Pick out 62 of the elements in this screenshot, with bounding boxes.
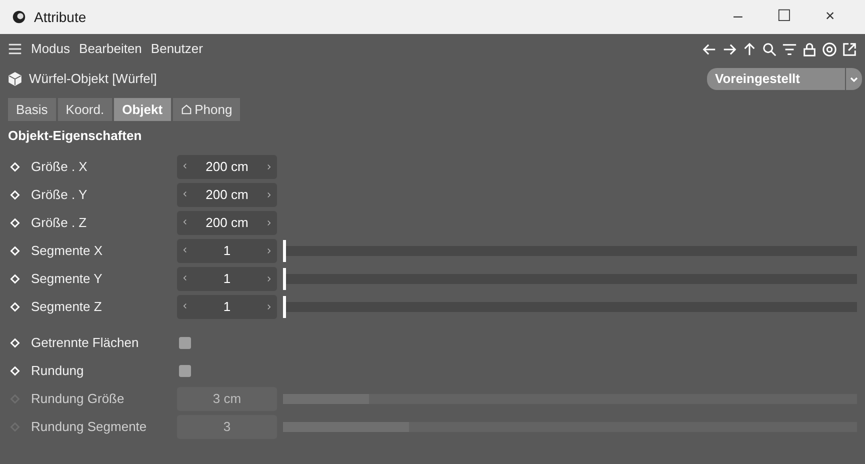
chevron-right-icon: [266, 219, 272, 228]
slider-handle[interactable]: [283, 240, 286, 262]
field-label: Größe . Z: [31, 214, 88, 232]
cube-icon: [8, 72, 22, 86]
number-field[interactable]: 1: [177, 239, 277, 263]
tab[interactable]: Koord.: [58, 98, 112, 121]
slider-handle[interactable]: [283, 268, 286, 290]
slider[interactable]: [283, 296, 857, 318]
close-button[interactable]: ×: [807, 5, 853, 29]
checkbox[interactable]: [179, 337, 191, 349]
minimize-button[interactable]: –: [715, 5, 761, 29]
up-arrow-icon[interactable]: [742, 42, 757, 56]
number-field[interactable]: 200 cm: [177, 155, 277, 179]
chevron-right-icon: [266, 191, 272, 200]
field-label: Getrennte Flächen: [31, 334, 140, 352]
tab[interactable]: Phong: [172, 98, 240, 121]
number-field[interactable]: 1: [177, 267, 277, 291]
menu-item[interactable]: Modus: [31, 39, 70, 59]
checkbox[interactable]: [179, 365, 191, 377]
chevron-right-icon: [266, 163, 272, 172]
house-icon: [180, 104, 192, 115]
app-logo-icon: [12, 10, 26, 24]
search-icon[interactable]: [762, 42, 777, 56]
number-field[interactable]: 200 cm: [177, 211, 277, 235]
tab[interactable]: Objekt: [114, 98, 171, 121]
field-label: Segmente X: [31, 242, 104, 260]
target-icon[interactable]: [822, 42, 837, 56]
slider-handle[interactable]: [283, 296, 286, 318]
chevron-right-icon: [266, 275, 272, 284]
back-arrow-icon[interactable]: [702, 42, 717, 56]
field-label: Rundung Segmente: [31, 418, 148, 436]
field-label: Größe . Y: [31, 186, 88, 204]
section-heading: Objekt-Eigenschaften: [8, 126, 142, 145]
menu-icon[interactable]: [8, 42, 22, 56]
number-field[interactable]: 1: [177, 295, 277, 319]
chevron-left-icon: [182, 246, 188, 254]
field-label: Größe . X: [31, 158, 88, 176]
field-label: Rundung Größe: [31, 390, 126, 408]
lock-icon[interactable]: [802, 42, 817, 56]
filter-icon[interactable]: [782, 42, 797, 56]
chevron-left-icon: [182, 274, 188, 282]
slider[interactable]: [283, 240, 857, 262]
preset-dropdown[interactable]: Voreingestellt: [707, 68, 862, 90]
field-label: Segmente Y: [31, 270, 104, 288]
external-link-icon[interactable]: [842, 42, 857, 56]
menu-item[interactable]: Benutzer: [150, 39, 203, 59]
field-label: Rundung: [31, 362, 85, 380]
chevron-left-icon: [182, 218, 188, 226]
maximize-button[interactable]: ☐: [761, 5, 807, 29]
number-field[interactable]: 200 cm: [177, 183, 277, 207]
menu-item[interactable]: Bearbeiten: [79, 39, 142, 59]
chevron-left-icon: [182, 302, 188, 310]
forward-arrow-icon[interactable]: [722, 42, 737, 56]
chevron-right-icon: [266, 303, 272, 312]
slider[interactable]: [283, 268, 857, 290]
window-title: Attribute: [34, 8, 86, 26]
chevron-left-icon: [182, 162, 188, 170]
chevron-right-icon: [266, 247, 272, 256]
field-label: Segmente Z: [31, 298, 103, 316]
tab[interactable]: Basis: [8, 98, 56, 121]
object-title: Würfel-Objekt [Würfel]: [29, 70, 157, 88]
chevron-left-icon: [182, 190, 188, 198]
